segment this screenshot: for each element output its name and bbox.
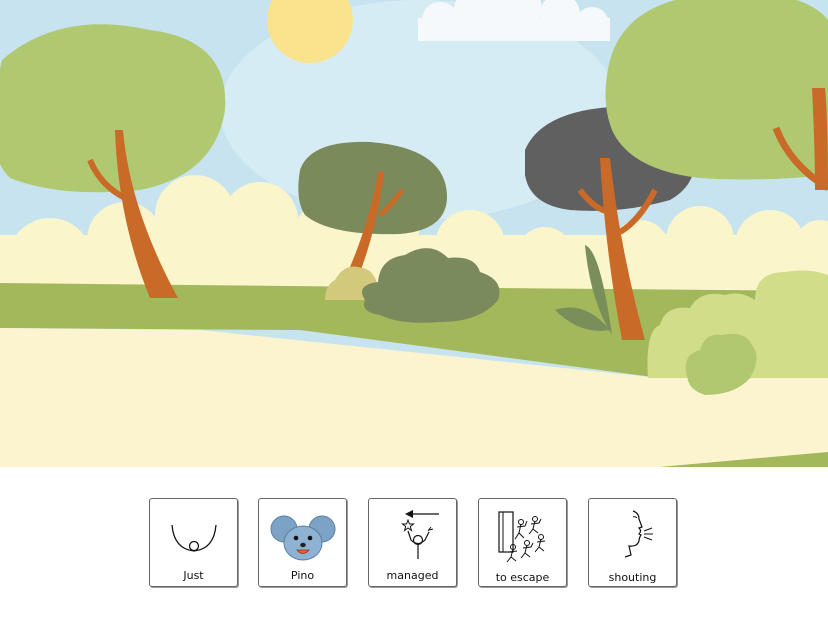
park-illustration <box>0 0 828 467</box>
symbol-card-managed[interactable]: managed <box>368 498 457 587</box>
card-label: Just <box>183 569 204 582</box>
card-label: managed <box>386 569 439 582</box>
shouting-icon <box>589 507 676 567</box>
symbol-card-pino[interactable]: Pino <box>258 498 347 587</box>
symbol-card-row: Just Pino managed to escape shouting <box>0 467 828 621</box>
park-scene <box>0 0 828 467</box>
managed-icon <box>369 507 456 567</box>
symbol-card-just[interactable]: Just <box>149 498 238 587</box>
mouse-face-icon <box>259 507 346 567</box>
just-icon <box>150 507 237 567</box>
card-label: to escape <box>495 571 550 584</box>
escape-icon <box>479 507 566 567</box>
symbol-card-shouting[interactable]: shouting <box>588 498 677 587</box>
card-label: Pino <box>290 569 315 582</box>
card-label: shouting <box>608 571 657 584</box>
symbol-card-to-escape[interactable]: to escape <box>478 498 567 587</box>
